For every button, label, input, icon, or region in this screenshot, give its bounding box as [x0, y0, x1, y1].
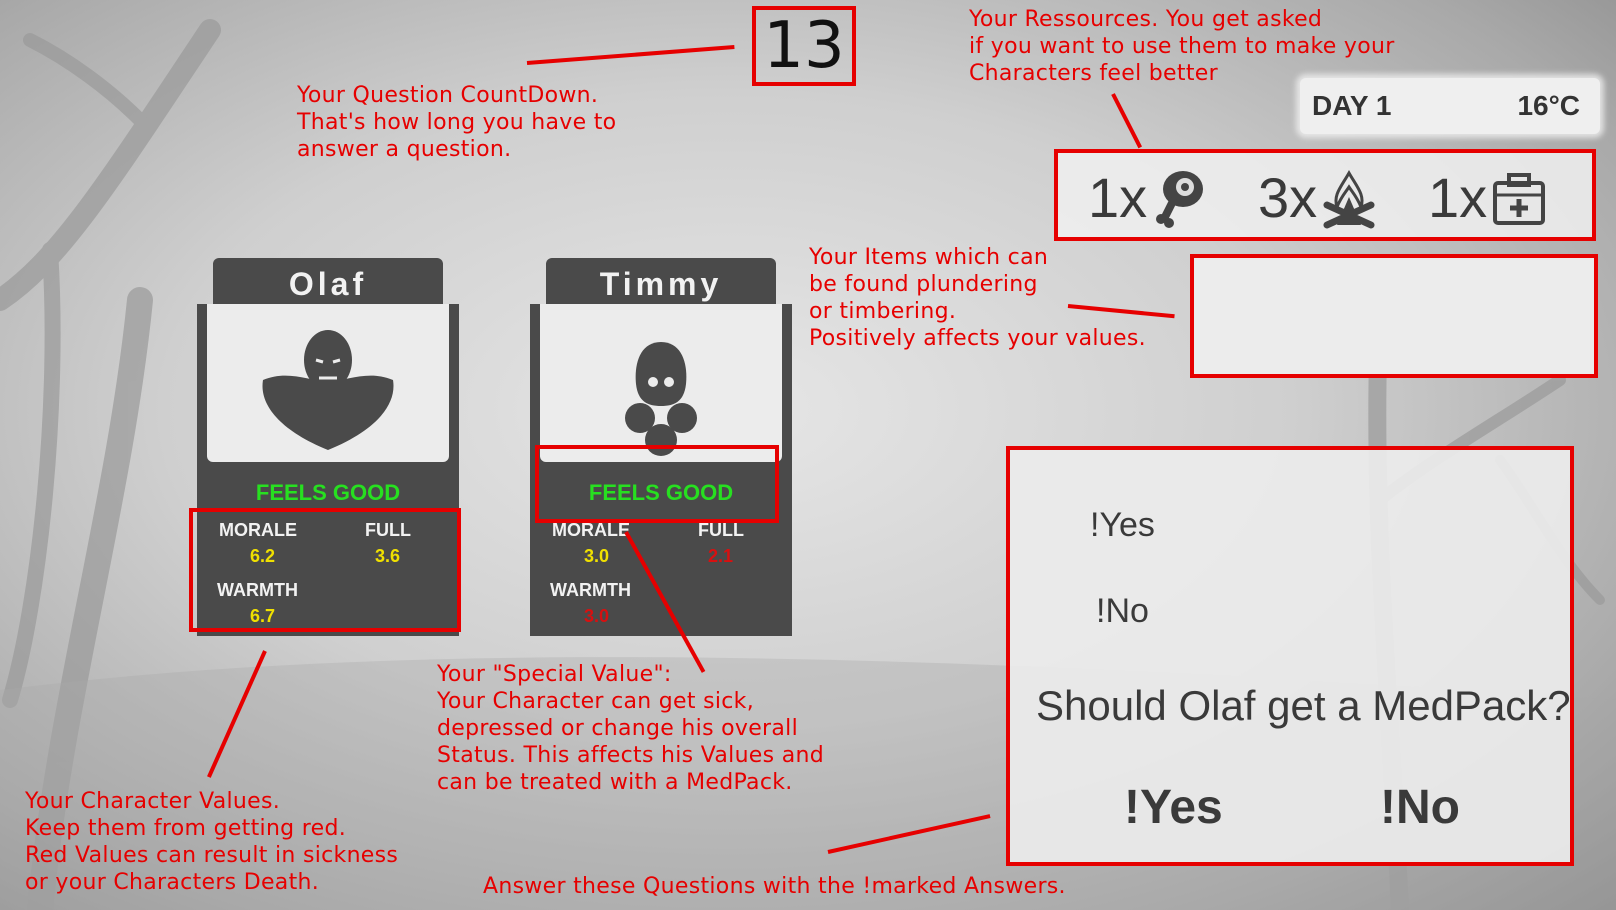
special-value-annotation: Your "Special Value": Your Character can…: [437, 662, 824, 795]
day-temperature-bar: DAY 1 16°C: [1300, 78, 1600, 134]
stat-value-morale: 3.0: [584, 546, 610, 566]
temperature-label: 16°C: [1517, 90, 1580, 121]
ghost-portrait-icon: [625, 342, 697, 456]
question-text: Should Olaf get a MedPack?: [1036, 682, 1571, 729]
resource-campfire-count: 3x: [1258, 166, 1318, 229]
option-no-label: !No: [1096, 592, 1149, 630]
resource-medpack-count: 1x: [1428, 166, 1488, 229]
stat-value-warmth: 3.0: [584, 606, 610, 626]
stat-label-warmth: WARMTH: [550, 580, 631, 600]
items-panel: [1190, 254, 1598, 378]
answer-yes-button[interactable]: !Yes: [1124, 780, 1223, 835]
special-value-highlight: [535, 445, 779, 523]
answer-no-button[interactable]: !No: [1380, 780, 1460, 835]
stat-label-morale: MORALE: [552, 520, 630, 540]
resources-annotation: Your Ressources. You get asked if you wa…: [969, 7, 1395, 86]
resource-campfire[interactable]: 3x: [1258, 167, 1377, 229]
resource-meat-count: 1x: [1088, 166, 1148, 229]
day-label: DAY 1: [1312, 90, 1392, 121]
character-name: Timmy: [546, 258, 776, 310]
items-annotation: Your Items which can be found plundering…: [809, 245, 1146, 351]
character-values-highlight: [189, 508, 461, 632]
resource-meat[interactable]: 1x: [1088, 167, 1207, 229]
stat-label-full: FULL: [698, 520, 744, 540]
character-name: Olaf: [213, 258, 443, 310]
medpack-icon: [1493, 173, 1546, 225]
stat-value-full: 2.1: [708, 546, 734, 566]
campfire-icon: [1323, 169, 1375, 229]
character-values-annotation: Your Character Values. Keep them from ge…: [25, 789, 399, 895]
portrait-area: [207, 304, 449, 462]
question-panel: !Yes !No Should Olaf get a MedPack? !Yes…: [1006, 446, 1574, 866]
resources-panel: 1x 3x 1x: [1054, 149, 1596, 241]
portrait-frame: [197, 304, 459, 472]
resource-medpack[interactable]: 1x: [1428, 167, 1547, 229]
meat-icon: [1156, 171, 1204, 228]
portrait-area: [540, 304, 782, 462]
answer-annotation: Answer these Questions with the !marked …: [483, 874, 1066, 899]
character-stats: MORALE 3.0 FULL 2.1 WARMTH 3.0: [530, 514, 792, 636]
hulk-portrait-icon: [262, 330, 394, 450]
option-yes-label: !Yes: [1090, 506, 1155, 544]
question-countdown: 13: [752, 6, 856, 86]
countdown-annotation: Your Question CountDown. That's how long…: [297, 83, 617, 162]
